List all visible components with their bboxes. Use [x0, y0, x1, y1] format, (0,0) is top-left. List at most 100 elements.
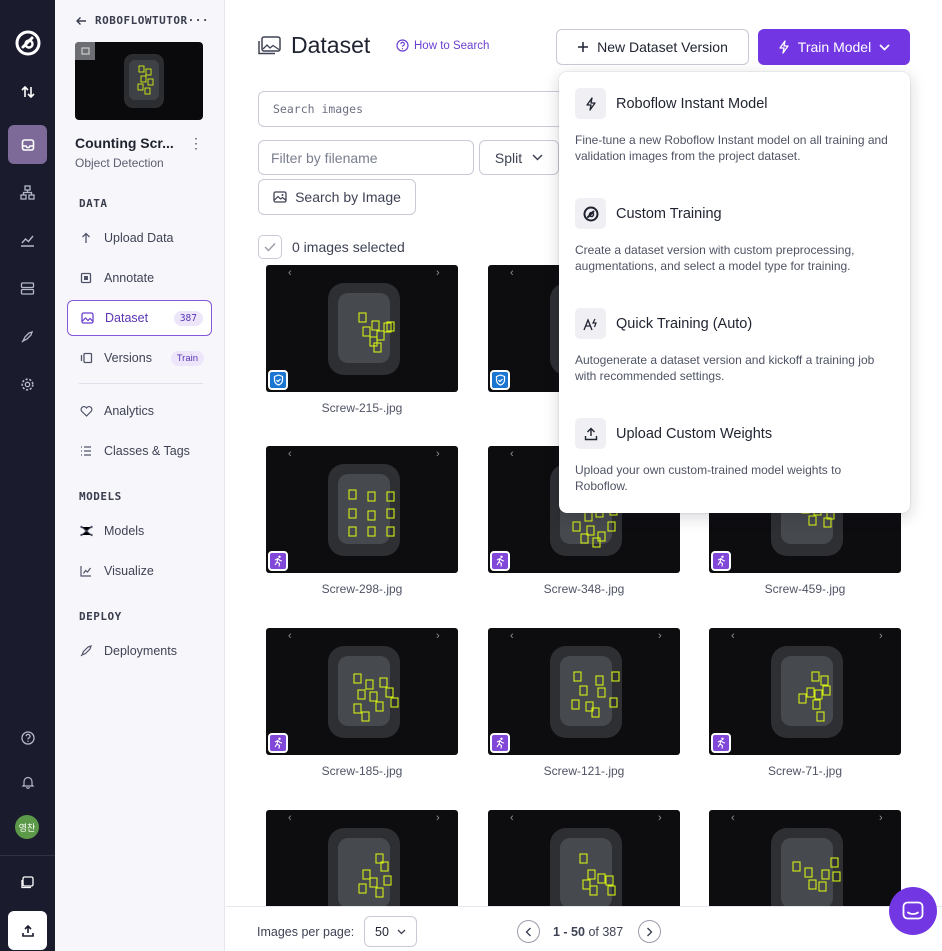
split-dropdown[interactable]: Split	[479, 140, 559, 175]
section-data: DATA	[79, 197, 108, 210]
image-filename: Screw-215-.jpg	[321, 401, 403, 415]
menu-item-title: Custom Training	[616, 205, 722, 222]
page-title: Dataset	[291, 32, 371, 58]
image-card[interactable]: ‹ › Screw-215-.jpg	[266, 265, 458, 415]
docs-stack-icon[interactable]	[8, 863, 47, 902]
workflows-icon[interactable]	[8, 173, 47, 212]
filter-by-filename-input[interactable]: Filter by filename	[258, 140, 474, 175]
icon-rail: 영찬	[0, 0, 55, 951]
sidebar-item-analytics[interactable]: Analytics	[67, 393, 212, 429]
back-arrow-icon	[76, 16, 86, 25]
image-card[interactable]: ‹ › Screw-298-.jpg	[266, 446, 458, 596]
image-card[interactable]: ‹›	[266, 810, 458, 907]
chevron-right-icon: ›	[436, 630, 440, 642]
rail-divider	[0, 855, 55, 856]
sidebar-item-visualize[interactable]: Visualize	[67, 553, 212, 589]
chevron-right-icon: ›	[879, 812, 883, 824]
avatar[interactable]: 영찬	[15, 815, 39, 839]
how-to-search-link[interactable]: How to Search	[396, 39, 489, 52]
image-count-badge: 387	[173, 310, 203, 326]
image-thumbnail[interactable]: ‹›	[488, 810, 680, 907]
chevron-left-icon: ‹	[288, 630, 292, 642]
running-person-icon	[268, 551, 288, 571]
verified-shield-icon	[490, 370, 510, 390]
project-sidebar: ROBOFLOWTUTOR··· Counting Scr... ⋮ Objec…	[55, 0, 225, 951]
image-gallery-icon	[80, 311, 94, 325]
image-card[interactable]: ‹ › Screw-185-.jpg	[266, 628, 458, 778]
image-thumbnail[interactable]: ‹›	[266, 810, 458, 907]
search-by-image-button[interactable]: Search by Image	[258, 179, 416, 215]
datasets-icon[interactable]	[8, 269, 47, 308]
image-filename: Screw-298-.jpg	[321, 582, 403, 596]
select-all-checkbox[interactable]	[258, 235, 282, 259]
image-thumbnail[interactable]: ‹›	[709, 810, 901, 907]
help-circle-icon	[396, 39, 409, 52]
train-model-button[interactable]: Train Model	[758, 29, 910, 65]
chevron-left-icon	[525, 927, 531, 936]
chevron-right-icon	[647, 927, 653, 936]
sidebar-item-label: Analytics	[104, 404, 155, 418]
menu-item-instant-model[interactable]: Roboflow Instant Model Fine-tune a new R…	[575, 88, 895, 164]
heart-pulse-icon	[79, 404, 93, 418]
image-thumbnail[interactable]: ‹›	[709, 628, 901, 755]
sidebar-item-classes-tags[interactable]: Classes & Tags	[67, 433, 212, 469]
image-thumbnail[interactable]: ‹›	[266, 628, 458, 755]
settings-gear-icon[interactable]	[8, 365, 47, 404]
menu-item-quick-training[interactable]: Quick Training (Auto) Autogenerate a dat…	[575, 308, 895, 384]
chevron-right-icon: ›	[436, 267, 440, 279]
project-thumbnail[interactable]	[75, 42, 203, 120]
image-card[interactable]: ‹›	[488, 810, 680, 907]
sidebar-item-annotate[interactable]: Annotate	[67, 260, 212, 296]
versions-icon	[79, 351, 93, 365]
chevron-left-icon: ‹	[288, 267, 292, 279]
image-thumbnail[interactable]: ‹›	[266, 446, 458, 573]
running-person-icon	[268, 733, 288, 753]
sidebar-item-versions[interactable]: Versions Train	[67, 340, 212, 376]
bell-icon[interactable]	[8, 762, 47, 801]
image-card[interactable]: ‹ › Screw-71-.jpg	[709, 628, 901, 778]
image-card[interactable]: ‹›	[709, 810, 901, 907]
projects-icon[interactable]	[8, 125, 47, 164]
train-badge: Train	[170, 350, 204, 366]
menu-item-description: Fine-tune a new Roboflow Instant model o…	[575, 133, 888, 163]
image-thumbnail[interactable]: ‹›	[488, 628, 680, 755]
sidebar-item-label: Deployments	[104, 644, 177, 658]
menu-item-custom-training[interactable]: Custom Training Create a dataset version…	[575, 198, 895, 274]
image-card[interactable]: ‹ › Screw-121-.jpg	[488, 628, 680, 778]
help-icon[interactable]	[8, 718, 47, 757]
prev-page-button[interactable]	[517, 920, 540, 943]
analytics-icon[interactable]	[8, 221, 47, 260]
next-page-button[interactable]	[638, 920, 661, 943]
chevron-left-icon: ‹	[510, 448, 514, 460]
chevron-right-icon: ›	[436, 812, 440, 824]
page-total: of 387	[588, 925, 624, 939]
upload-icon[interactable]	[8, 911, 47, 950]
selection-row: 0 images selected	[258, 235, 405, 259]
deploy-icon[interactable]	[8, 317, 47, 356]
sidebar-item-upload-data[interactable]: Upload Data	[67, 220, 212, 256]
per-page-value: 50	[375, 924, 389, 939]
per-page-label: Images per page:	[257, 925, 355, 939]
workspace-breadcrumb[interactable]: ROBOFLOWTUTOR···	[75, 14, 209, 27]
new-dataset-version-button[interactable]: New Dataset Version	[556, 29, 749, 65]
auto-bolt-icon	[575, 308, 606, 339]
sidebar-item-models[interactable]: Models	[67, 513, 212, 549]
image-filename: Screw-348-.jpg	[543, 582, 625, 596]
image-filename: Screw-71-.jpg	[767, 764, 843, 778]
transfer-icon[interactable]	[8, 72, 47, 111]
sidebar-item-deployments[interactable]: Deployments	[67, 633, 212, 669]
search-images-input[interactable]: Search images	[258, 91, 568, 127]
menu-item-upload-weights[interactable]: Upload Custom Weights Upload your own cu…	[575, 418, 895, 494]
roboflow-logo-icon[interactable]	[8, 23, 47, 62]
image-filename: Screw-459-.jpg	[764, 582, 846, 596]
menu-item-description: Autogenerate a dataset version and kicko…	[575, 353, 875, 383]
plus-icon	[578, 42, 589, 52]
workspace-name: ROBOFLOWTUTOR···	[95, 14, 209, 27]
search-by-image-label: Search by Image	[295, 189, 401, 205]
per-page-select[interactable]: 50	[364, 916, 417, 947]
chat-support-button[interactable]	[889, 887, 937, 935]
project-menu-icon[interactable]: ⋮	[189, 135, 203, 152]
sidebar-item-label: Visualize	[104, 564, 154, 578]
image-thumbnail[interactable]: ‹›	[266, 265, 458, 392]
sidebar-item-dataset[interactable]: Dataset 387	[67, 300, 212, 336]
